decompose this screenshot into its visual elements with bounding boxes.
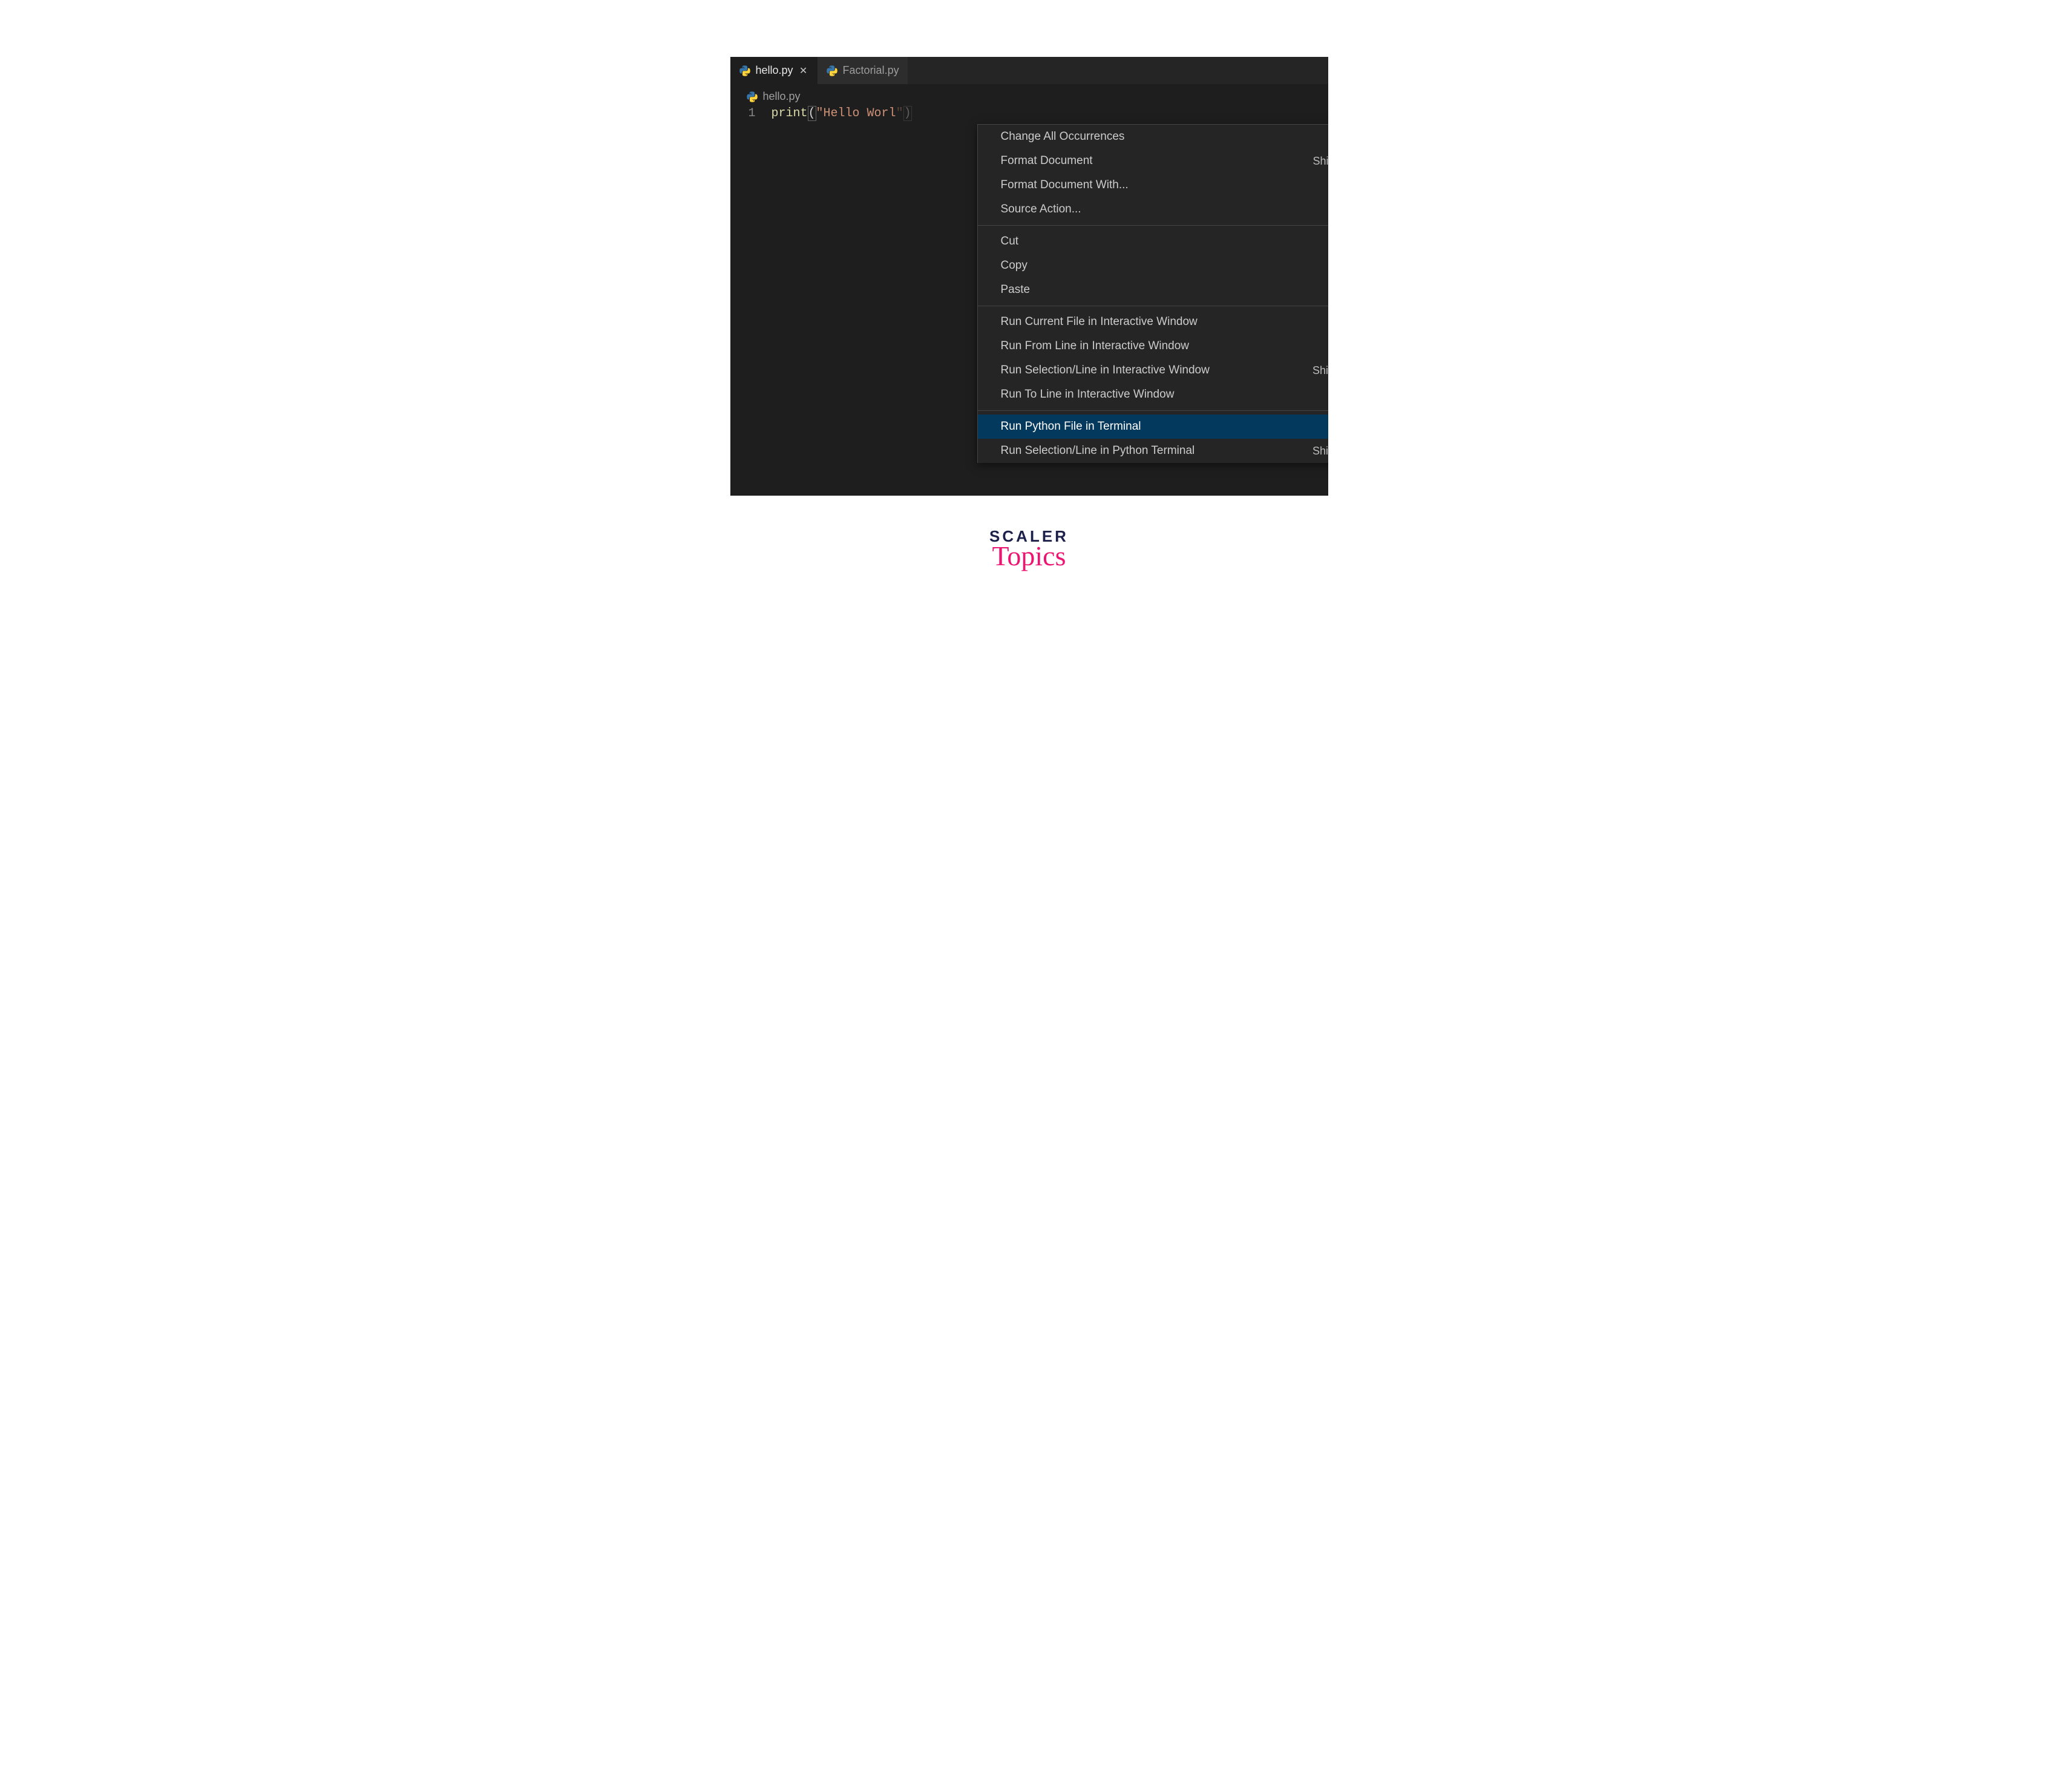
menu-item-label: Run Selection/Line in Interactive Window (1001, 364, 1210, 377)
tab-label: Factorial.py (843, 64, 899, 77)
menu-item-label: Format Document With... (1001, 179, 1129, 192)
menu-item-label: Change All Occurrences (1001, 130, 1125, 143)
menu-item[interactable]: Change All OccurrencesCtrl+F2 (978, 125, 1328, 149)
line-number: 1 (747, 107, 772, 120)
menu-item-label: Cut (1001, 235, 1019, 248)
menu-item[interactable]: PasteCtrl+V (978, 278, 1328, 302)
python-icon (739, 65, 751, 77)
menu-item-shortcut: Shift+Enter (1312, 445, 1328, 458)
menu-item-label: Format Document (1001, 154, 1093, 168)
menu-item[interactable]: Run Python File in Terminal (978, 415, 1328, 439)
python-icon (746, 91, 758, 103)
menu-item-label: Paste (1001, 283, 1031, 297)
menu-item-label: Source Action... (1001, 203, 1081, 216)
menu-item-label: Copy (1001, 259, 1027, 272)
menu-separator (978, 410, 1328, 411)
python-icon (826, 65, 838, 77)
code-line: 1 print("Hello Worl") (747, 107, 1328, 120)
tab-factorial-py[interactable]: Factorial.py (818, 57, 908, 84)
tab-bar: hello.py ✕ Factorial.py (730, 57, 1328, 84)
menu-item[interactable]: Format Document Shift+Alt+F (978, 149, 1328, 173)
menu-separator (978, 225, 1328, 226)
menu-item[interactable]: Run Current File in Interactive Window (978, 310, 1328, 334)
menu-item-label: Run From Line in Interactive Window (1001, 340, 1190, 353)
menu-item[interactable]: CutCtrl+X (978, 229, 1328, 254)
context-menu: Change All OccurrencesCtrl+F2Format Docu… (977, 124, 1328, 463)
menu-item[interactable]: Run From Line in Interactive Window (978, 334, 1328, 358)
close-icon[interactable]: ✕ (798, 65, 809, 76)
scaler-topics-logo: SCALER Topics (683, 527, 1375, 572)
brand-line-2: Topics (683, 540, 1375, 572)
editor-window: hello.py ✕ Factorial.py hello.py 1 print… (730, 57, 1328, 496)
breadcrumb-label: hello.py (763, 90, 801, 103)
code-content: print("Hello Worl") (772, 107, 912, 120)
menu-item[interactable]: Run Selection/Line in Interactive Window… (978, 358, 1328, 382)
menu-item-shortcut: Shift+Alt+F (1312, 155, 1328, 168)
menu-item[interactable]: Run To Line in Interactive Window (978, 382, 1328, 407)
token-string-trail: " (896, 107, 903, 120)
token-close-paren: ) (903, 106, 912, 121)
menu-item-label: Run Selection/Line in Python Terminal (1001, 444, 1195, 458)
menu-item-shortcut: Shift+Enter (1312, 364, 1328, 377)
menu-item[interactable]: Run Selection/Line in Python Terminal Shi… (978, 439, 1328, 463)
token-string: "Hello Worl (816, 107, 896, 120)
breadcrumb[interactable]: hello.py (730, 84, 1328, 107)
token-open-paren: ( (808, 106, 816, 121)
tab-hello-py[interactable]: hello.py ✕ (730, 57, 818, 84)
menu-item[interactable]: CopyCtrl+C (978, 254, 1328, 278)
menu-item[interactable]: Format Document With... (978, 173, 1328, 197)
menu-item-label: Run Python File in Terminal (1001, 420, 1141, 433)
token-function: print (772, 107, 808, 120)
menu-item[interactable]: Source Action... (978, 197, 1328, 222)
menu-item-label: Run To Line in Interactive Window (1001, 388, 1175, 401)
tab-label: hello.py (756, 64, 793, 77)
menu-item-label: Run Current File in Interactive Window (1001, 315, 1198, 329)
